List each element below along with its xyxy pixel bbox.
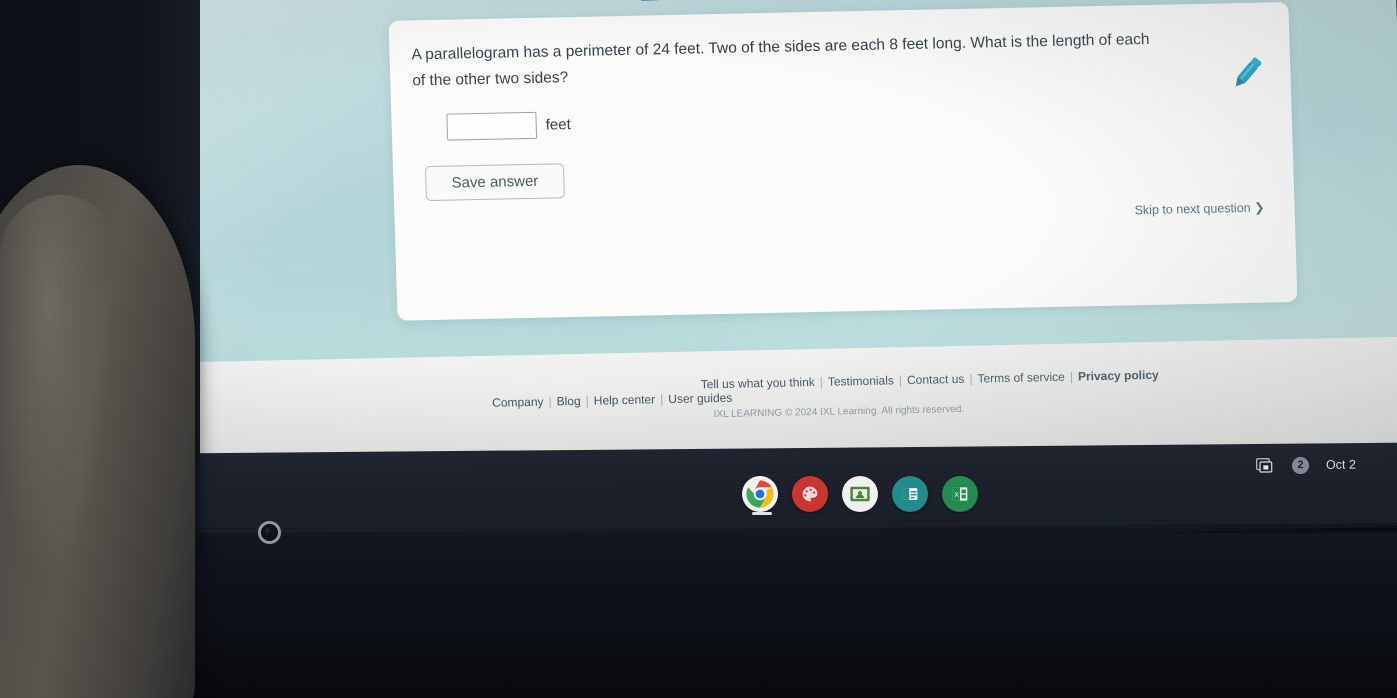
footer-link-help-center[interactable]: Help center <box>594 392 656 407</box>
ixl-quiz-page: Quiz: Quiz#7 IXL GEO 9/25 7GQ/U2H 123456… <box>179 0 1397 501</box>
powerpoint-icon[interactable] <box>892 476 928 512</box>
footer-link-blog[interactable]: Blog <box>556 394 580 408</box>
footer-separator: | <box>585 393 590 408</box>
footer-separator: | <box>969 371 973 386</box>
chrome-icon[interactable] <box>742 476 778 512</box>
footer-link-user-guides[interactable]: User guides <box>668 391 732 406</box>
notification-badge[interactable]: 2 <box>1291 456 1310 474</box>
question-progress-bar <box>640 0 658 1</box>
question-text: A parallelogram has a perimeter of 24 fe… <box>411 30 1150 90</box>
footer-link-terms-of-service[interactable]: Terms of service <box>977 370 1065 386</box>
question-number-1[interactable]: 1 <box>635 0 662 1</box>
footer-separator: | <box>659 392 664 407</box>
footer-separator: | <box>898 373 903 388</box>
svg-text:X: X <box>954 490 959 499</box>
finger-occlusion <box>0 165 195 698</box>
taskbar-icons[interactable]: X <box>742 476 978 512</box>
footer-link-testimonials[interactable]: Testimonials <box>828 373 894 388</box>
footer-link-contact-us[interactable]: Contact us <box>907 372 965 387</box>
footer-links-row-1[interactable]: Tell us what you think | Testimonials | Cont… <box>700 368 1158 392</box>
excel-icon[interactable]: X <box>942 476 978 512</box>
unit-label: feet <box>545 116 572 134</box>
photo-of-laptop-screen: Quiz: Quiz#7 IXL GEO 9/25 7GQ/U2H 123456… <box>0 0 1397 698</box>
footer-links-row-2[interactable]: Company | Blog | Help center | User guides <box>492 391 733 410</box>
skip-to-next-question-link[interactable]: Skip to next question ❯ <box>1134 200 1264 218</box>
footer-separator: | <box>548 394 552 409</box>
question-card: A parallelogram has a perimeter of 24 fe… <box>388 2 1298 321</box>
footer-separator: | <box>819 374 824 389</box>
save-answer-button[interactable]: Save answer <box>424 163 565 202</box>
footer-link-privacy-policy[interactable]: Privacy policy <box>1078 368 1159 384</box>
taskbar <box>0 442 1397 535</box>
laptop-screen: Quiz: Quiz#7 IXL GEO 9/25 7GQ/U2H 123456… <box>179 0 1397 501</box>
display-icon[interactable] <box>1255 455 1275 475</box>
webcam-indicator <box>258 521 281 544</box>
footer-separator: | <box>1069 369 1074 384</box>
pencil-icon[interactable] <box>1225 49 1270 94</box>
google-classroom-icon[interactable] <box>842 476 878 512</box>
footer-link-company[interactable]: Company <box>492 395 544 410</box>
answer-row: feet <box>446 111 571 141</box>
answer-input[interactable] <box>446 111 538 141</box>
dark-desk-area <box>0 533 1397 698</box>
footer-link-tell-us-what-you-think[interactable]: Tell us what you think <box>700 375 814 391</box>
paint-palette-icon[interactable] <box>792 476 828 512</box>
copyright-text: IXL LEARNING © 2024 IXL Learning. All ri… <box>713 403 965 421</box>
clock-date[interactable]: Oct 2 <box>1326 458 1356 472</box>
system-tray[interactable]: 2 Oct 2 <box>1255 455 1356 476</box>
chrome-active-indicator <box>752 512 772 515</box>
